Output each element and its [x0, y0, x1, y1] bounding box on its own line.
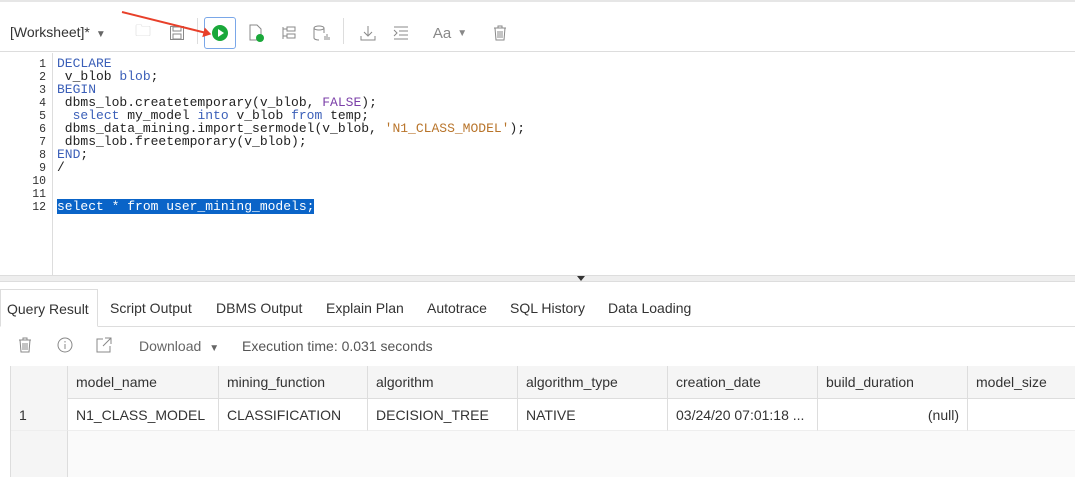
line-number-gutter: 1 2 3 4 5 6 7 8 9 10 11 12: [0, 53, 53, 275]
code-token: dbms_lob.freetemporary(v_blob);: [57, 134, 307, 149]
column-header-model_size[interactable]: model_size: [968, 366, 1075, 399]
download-menu[interactable]: Download ▼: [139, 338, 219, 354]
code-token: blob: [119, 69, 151, 84]
line-number: 5: [39, 110, 46, 123]
table-cell[interactable]: [968, 399, 1075, 431]
tab-query-result[interactable]: Query Result: [0, 289, 98, 327]
code-token: 'N1_CLASS_MODEL': [384, 121, 510, 136]
code-line: /: [57, 161, 65, 174]
code-token: ;: [80, 147, 89, 162]
clear-output-icon[interactable]: [18, 337, 32, 356]
clear-trash-icon[interactable]: [484, 17, 516, 49]
column-header-mining_function[interactable]: mining_function: [219, 366, 368, 399]
row-number: 1: [11, 399, 68, 431]
collapse-triangle-icon[interactable]: [577, 276, 585, 281]
line-number: 10: [32, 175, 46, 188]
sql-editor[interactable]: 1 2 3 4 5 6 7 8 9 10 11 12 DECLARE v_blob blob; BEGI…: [0, 53, 1075, 275]
code-line: dbms_lob.freetemporary(v_blob);: [57, 135, 307, 148]
format-icon[interactable]: [385, 17, 417, 49]
line-number: 9: [39, 162, 46, 175]
line-number: 8: [39, 149, 46, 162]
column-header-algorithm[interactable]: algorithm: [368, 366, 518, 399]
divider: [343, 18, 344, 44]
line-number: 4: [39, 97, 46, 110]
line-number: 1: [39, 58, 46, 71]
column-header-creation_date[interactable]: creation_date: [668, 366, 818, 399]
execution-time: Execution time: 0.031 seconds: [242, 338, 433, 354]
table-cell[interactable]: CLASSIFICATION: [219, 399, 368, 431]
font-menu-button[interactable]: Aa ▼: [428, 17, 472, 49]
chevron-down-icon: ▼: [95, 29, 106, 40]
column-header-model_name[interactable]: model_name: [68, 366, 219, 399]
worksheet-toolbar: [Worksheet]* ▼ 🗀 Aa ▼: [0, 2, 1075, 52]
tab-sql-history[interactable]: SQL History: [504, 289, 591, 327]
output-tabs: Query Result Script Output DBMS Output Expl…: [0, 289, 1075, 327]
code-line: select * from user_mining_models;: [57, 199, 315, 214]
results-grid: model_name mining_function algorithm algori…: [10, 366, 1075, 477]
pane-splitter[interactable]: [0, 275, 1075, 282]
tab-explain-plan[interactable]: Explain Plan: [320, 289, 410, 327]
run-script-button[interactable]: [240, 17, 272, 49]
column-header-build_duration[interactable]: build_duration: [818, 366, 968, 399]
autotrace-icon[interactable]: [306, 17, 338, 49]
table-cell[interactable]: NATIVE: [518, 399, 668, 431]
line-number: 6: [39, 123, 46, 136]
open-folder-icon[interactable]: 🗀: [127, 17, 159, 49]
chevron-down-icon: ▼: [209, 343, 220, 354]
tab-data-loading[interactable]: Data Loading: [602, 289, 697, 327]
line-number: 2: [39, 71, 46, 84]
line-number: 12: [32, 201, 46, 214]
explain-plan-icon[interactable]: [273, 17, 305, 49]
download-icon[interactable]: [352, 17, 384, 49]
worksheet-selector[interactable]: [Worksheet]* ▼: [10, 24, 106, 40]
table-cell[interactable]: (null): [818, 399, 968, 431]
selected-text: select * from user_mining_models;: [57, 199, 315, 214]
chevron-down-icon: ▼: [457, 27, 468, 39]
table-cell[interactable]: DECISION_TREE: [368, 399, 518, 431]
column-header-algorithm_type[interactable]: algorithm_type: [518, 366, 668, 399]
code-token: );: [509, 121, 526, 136]
line-number: 7: [39, 136, 46, 149]
play-icon: [212, 25, 228, 41]
table-cell[interactable]: N1_CLASS_MODEL: [68, 399, 219, 431]
code-token: /: [57, 160, 65, 175]
table-cell[interactable]: 03/24/20 07:01:18 ...: [668, 399, 818, 431]
info-icon[interactable]: [57, 337, 73, 356]
open-external-icon[interactable]: [96, 337, 112, 356]
line-number: 3: [39, 84, 46, 97]
line-number: 11: [32, 188, 46, 201]
tab-autotrace[interactable]: Autotrace: [421, 289, 493, 327]
tab-dbms-output[interactable]: DBMS Output: [210, 289, 308, 327]
code-token: ;: [150, 69, 159, 84]
tab-script-output[interactable]: Script Output: [104, 289, 198, 327]
